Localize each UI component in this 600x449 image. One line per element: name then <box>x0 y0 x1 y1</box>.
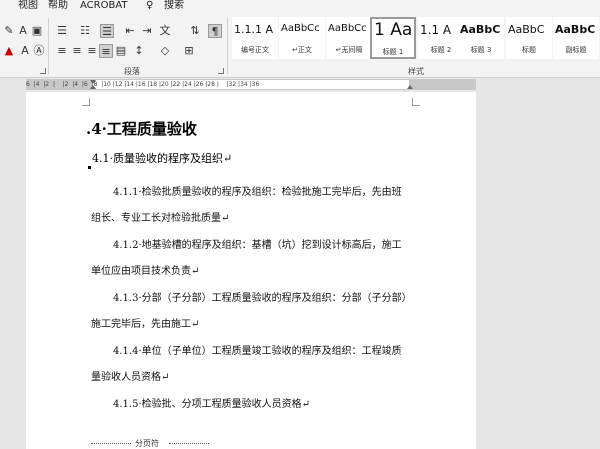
ruler-numbers: 6 |4 |2 | |2 |4 |6 |8 |10 |12 |14 |16 |1… <box>26 81 260 88</box>
increase-indent-icon[interactable]: ⇥ <box>140 24 154 38</box>
style-subtitle[interactable]: AaBbC 副标题 <box>553 17 599 59</box>
body-paragraph[interactable]: 4.1.2·地基验槽的程序及组织：基槽（坑）挖到设计标高后，施工单位应由项目技术… <box>91 233 409 285</box>
bullets-icon[interactable]: ☰ <box>55 24 69 38</box>
font-dialog-launcher[interactable] <box>40 68 46 74</box>
chinese-layout-icon[interactable]: 文 <box>158 24 172 38</box>
line-spacing-icon[interactable]: ↕ <box>132 44 146 58</box>
body-paragraph[interactable]: 4.1.5·检验批、分项工程质量验收人员资格↵ <box>91 392 409 418</box>
ribbon: ✎ A ▣ ▲ A Ⓐ ☰ ☷ ☰ ⇤ ⇥ 文 ⇅ ¶ ≡ ≡ ≡ ≡ ▤ ↕ … <box>0 14 600 78</box>
right-indent-marker[interactable] <box>407 85 413 89</box>
align-left-icon[interactable]: ≡ <box>55 44 69 58</box>
page-break: 分页符 <box>91 438 211 448</box>
paragraph-group-label: 段落 <box>124 67 140 76</box>
group-separator <box>227 18 228 74</box>
styles-group-label: 样式 <box>408 67 424 76</box>
sort-icon[interactable]: ⇅ <box>188 24 202 38</box>
highlight-icon[interactable]: ✎ <box>2 24 16 38</box>
paragraph-mark-bullet <box>88 166 91 169</box>
horizontal-ruler[interactable]: 6 |4 |2 | |2 |4 |6 |8 |10 |12 |14 |16 |1… <box>26 79 476 90</box>
multilevel-list-icon[interactable]: ☰ <box>100 24 114 38</box>
style-heading-3[interactable]: AaBbC 标题 3 <box>458 17 504 59</box>
enclose-char-icon[interactable]: Ⓐ <box>32 44 46 58</box>
page-break-label: 分页符 <box>135 439 159 448</box>
style-normal[interactable]: AaBbCc ↵正文 <box>279 17 325 59</box>
show-marks-icon[interactable]: ¶ <box>208 24 222 38</box>
lightbulb-icon: ♀ <box>146 0 154 11</box>
margin-corner-mark <box>412 98 420 106</box>
menu-help[interactable]: 帮助 <box>48 0 68 12</box>
menu-search[interactable]: 搜索 <box>164 0 184 12</box>
align-right-icon[interactable]: ≡ <box>85 44 99 58</box>
styles-gallery: 1.1.1 A 编号正文 AaBbCc ↵正文 AaBbCc ↵无间隔 1 Aa… <box>232 17 600 63</box>
char-frame-icon[interactable]: ▣ <box>30 24 44 38</box>
paragraph-dialog-launcher[interactable] <box>218 68 224 74</box>
style-title[interactable]: AaBbC 标题 <box>506 17 552 59</box>
menu-view[interactable]: 视图 <box>18 0 38 12</box>
body-paragraph[interactable]: 4.1.1·检验批质量验收的程序及组织：检验批施工完毕后，先由班组长、专业工长对… <box>91 180 409 232</box>
style-no-spacing[interactable]: AaBbCc ↵无间隔 <box>326 17 372 59</box>
font-color-icon[interactable]: ▲ <box>2 44 16 58</box>
char-border-icon[interactable]: A <box>16 24 30 38</box>
decrease-indent-icon[interactable]: ⇤ <box>123 24 137 38</box>
group-separator <box>48 18 49 74</box>
ruler-right-margin <box>409 80 476 89</box>
borders-icon[interactable]: ⊞ <box>182 44 196 58</box>
margin-corner-mark <box>82 98 90 106</box>
style-heading-1[interactable]: 1 Aa 标题 1 <box>370 17 416 59</box>
heading-1[interactable]: .4·工程质量验收 <box>86 118 197 139</box>
document-page[interactable]: .4·工程质量验收 4.1·质量验收的程序及组织↵ 4.1.1·检验批质量验收的… <box>26 92 476 449</box>
menu-acrobat[interactable]: ACROBAT <box>80 0 128 12</box>
numbering-icon[interactable]: ☷ <box>78 24 92 38</box>
style-numbered-body[interactable]: 1.1.1 A 编号正文 <box>232 17 278 59</box>
heading-2[interactable]: 4.1·质量验收的程序及组织↵ <box>92 150 232 166</box>
char-shading-icon[interactable]: A <box>18 44 32 58</box>
shading-icon[interactable]: ◇ <box>158 44 172 58</box>
body-paragraph[interactable]: 4.1.3·分部（子分部）工程质量验收的程序及组织：分部（子分部）施工完毕后，先… <box>91 286 409 338</box>
justify-icon[interactable]: ≡ <box>99 44 113 58</box>
align-center-icon[interactable]: ≡ <box>70 44 84 58</box>
body-paragraph[interactable]: 4.1.4·单位（子单位）工程质量竣工验收的程序及组织：工程竣质量验收人员资格↵ <box>91 339 409 391</box>
hanging-indent-marker[interactable] <box>90 85 96 89</box>
distributed-icon[interactable]: ▤ <box>114 44 128 58</box>
menu-bar: 视图 帮助 ACROBAT ♀ 搜索 <box>0 0 600 14</box>
